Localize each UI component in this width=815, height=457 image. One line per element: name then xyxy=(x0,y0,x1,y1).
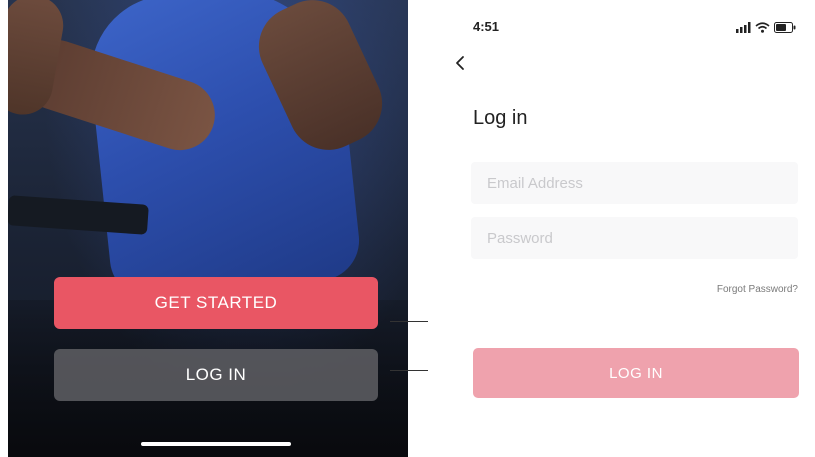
status-time: 4:51 xyxy=(473,19,500,34)
get-started-button[interactable]: GET STARTED xyxy=(54,277,378,329)
wifi-icon xyxy=(755,21,770,33)
login-submit-button[interactable]: LOG IN xyxy=(473,348,799,398)
battery-icon xyxy=(774,21,796,33)
divider xyxy=(390,321,428,322)
welcome-screen: GET STARTED LOG IN xyxy=(8,0,408,457)
password-field[interactable] xyxy=(471,217,798,259)
divider xyxy=(390,370,428,371)
login-button[interactable]: LOG IN xyxy=(54,349,378,401)
home-indicator xyxy=(141,442,291,446)
email-field[interactable] xyxy=(471,162,798,204)
status-icons xyxy=(736,20,796,34)
forgot-password-link[interactable]: Forgot Password? xyxy=(717,284,798,295)
chevron-left-icon[interactable] xyxy=(452,53,470,73)
signal-icon xyxy=(736,21,751,33)
page-title: Log in xyxy=(473,107,528,129)
login-screen: 4:51 Log in Forgot Password? LOG IN xyxy=(440,0,815,457)
